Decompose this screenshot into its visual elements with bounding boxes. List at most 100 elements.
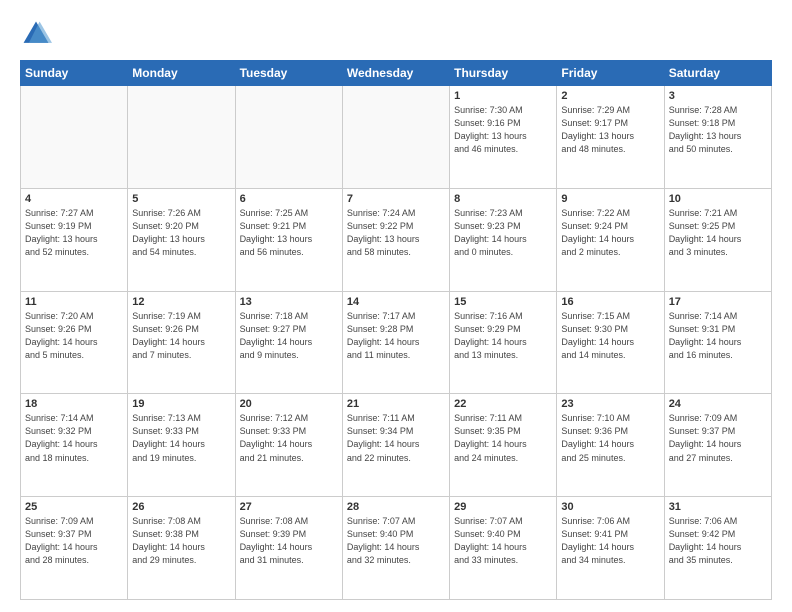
calendar-cell: 21 Sunrise: 7:11 AM Sunset: 9:34 PM Dayli…	[342, 394, 449, 497]
calendar-cell: 20 Sunrise: 7:12 AM Sunset: 9:33 PM Dayli…	[235, 394, 342, 497]
day-info: Sunrise: 7:30 AM Sunset: 9:16 PM Dayligh…	[454, 104, 552, 156]
day-info: Sunrise: 7:25 AM Sunset: 9:21 PM Dayligh…	[240, 207, 338, 259]
day-number: 14	[347, 296, 445, 308]
day-info: Sunrise: 7:14 AM Sunset: 9:32 PM Dayligh…	[25, 412, 123, 464]
day-info: Sunrise: 7:15 AM Sunset: 9:30 PM Dayligh…	[561, 310, 659, 362]
calendar-cell: 1 Sunrise: 7:30 AM Sunset: 9:16 PM Daylig…	[450, 86, 557, 189]
calendar-cell: 23 Sunrise: 7:10 AM Sunset: 9:36 PM Dayli…	[557, 394, 664, 497]
calendar-cell: 28 Sunrise: 7:07 AM Sunset: 9:40 PM Dayli…	[342, 497, 449, 600]
day-number: 26	[132, 501, 230, 513]
calendar-table: SundayMondayTuesdayWednesdayThursdayFrid…	[20, 60, 772, 600]
day-info: Sunrise: 7:23 AM Sunset: 9:23 PM Dayligh…	[454, 207, 552, 259]
col-header-monday: Monday	[128, 61, 235, 86]
day-number: 16	[561, 296, 659, 308]
day-number: 3	[669, 90, 767, 102]
day-info: Sunrise: 7:24 AM Sunset: 9:22 PM Dayligh…	[347, 207, 445, 259]
week-row-4: 18 Sunrise: 7:14 AM Sunset: 9:32 PM Dayli…	[21, 394, 772, 497]
calendar-cell: 12Sunrise: 7:19 AM Sunset: 9:26 PM Dayli…	[128, 291, 235, 394]
calendar-cell: 14 Sunrise: 7:17 AM Sunset: 9:28 PM Dayli…	[342, 291, 449, 394]
day-number: 19	[132, 398, 230, 410]
day-info: Sunrise: 7:22 AM Sunset: 9:24 PM Dayligh…	[561, 207, 659, 259]
page: SundayMondayTuesdayWednesdayThursdayFrid…	[0, 0, 792, 612]
calendar-cell: 19 Sunrise: 7:13 AM Sunset: 9:33 PM Dayli…	[128, 394, 235, 497]
day-info: Sunrise: 7:08 AM Sunset: 9:38 PM Dayligh…	[132, 515, 230, 567]
calendar-cell	[128, 86, 235, 189]
header	[20, 18, 772, 50]
day-number: 29	[454, 501, 552, 513]
day-info: Sunrise: 7:07 AM Sunset: 9:40 PM Dayligh…	[347, 515, 445, 567]
calendar-cell: 24Sunrise: 7:09 AM Sunset: 9:37 PM Dayli…	[664, 394, 771, 497]
day-number: 27	[240, 501, 338, 513]
calendar-cell: 18 Sunrise: 7:14 AM Sunset: 9:32 PM Dayli…	[21, 394, 128, 497]
day-number: 9	[561, 193, 659, 205]
logo-icon	[20, 18, 52, 50]
day-info: Sunrise: 7:19 AM Sunset: 9:26 PM Dayligh…	[132, 310, 230, 362]
day-number: 30	[561, 501, 659, 513]
day-info: Sunrise: 7:10 AM Sunset: 9:36 PM Dayligh…	[561, 412, 659, 464]
day-number: 8	[454, 193, 552, 205]
col-header-thursday: Thursday	[450, 61, 557, 86]
calendar-cell: 5 Sunrise: 7:26 AM Sunset: 9:20 PM Daylig…	[128, 188, 235, 291]
day-number: 17	[669, 296, 767, 308]
calendar-cell: 25 Sunrise: 7:09 AM Sunset: 9:37 PM Dayli…	[21, 497, 128, 600]
day-number: 6	[240, 193, 338, 205]
calendar-cell: 27 Sunrise: 7:08 AM Sunset: 9:39 PM Dayli…	[235, 497, 342, 600]
day-number: 25	[25, 501, 123, 513]
calendar-cell: 3 Sunrise: 7:28 AM Sunset: 9:18 PM Daylig…	[664, 86, 771, 189]
calendar-cell: 15Sunrise: 7:16 AM Sunset: 9:29 PM Dayli…	[450, 291, 557, 394]
day-number: 20	[240, 398, 338, 410]
week-row-3: 11 Sunrise: 7:20 AM Sunset: 9:26 PM Dayli…	[21, 291, 772, 394]
calendar-cell: 13 Sunrise: 7:18 AM Sunset: 9:27 PM Dayli…	[235, 291, 342, 394]
day-info: Sunrise: 7:07 AM Sunset: 9:40 PM Dayligh…	[454, 515, 552, 567]
day-info: Sunrise: 7:09 AM Sunset: 9:37 PM Dayligh…	[25, 515, 123, 567]
calendar-cell: 9 Sunrise: 7:22 AM Sunset: 9:24 PM Daylig…	[557, 188, 664, 291]
calendar-cell: 10Sunrise: 7:21 AM Sunset: 9:25 PM Dayli…	[664, 188, 771, 291]
day-info: Sunrise: 7:28 AM Sunset: 9:18 PM Dayligh…	[669, 104, 767, 156]
col-header-sunday: Sunday	[21, 61, 128, 86]
calendar-cell: 30 Sunrise: 7:06 AM Sunset: 9:41 PM Dayli…	[557, 497, 664, 600]
day-number: 4	[25, 193, 123, 205]
week-row-1: 1 Sunrise: 7:30 AM Sunset: 9:16 PM Daylig…	[21, 86, 772, 189]
week-row-5: 25 Sunrise: 7:09 AM Sunset: 9:37 PM Dayli…	[21, 497, 772, 600]
day-info: Sunrise: 7:11 AM Sunset: 9:34 PM Dayligh…	[347, 412, 445, 464]
day-info: Sunrise: 7:08 AM Sunset: 9:39 PM Dayligh…	[240, 515, 338, 567]
day-number: 23	[561, 398, 659, 410]
week-row-2: 4Sunrise: 7:27 AM Sunset: 9:19 PM Daylig…	[21, 188, 772, 291]
day-info: Sunrise: 7:12 AM Sunset: 9:33 PM Dayligh…	[240, 412, 338, 464]
calendar-cell: 16 Sunrise: 7:15 AM Sunset: 9:30 PM Dayli…	[557, 291, 664, 394]
day-number: 13	[240, 296, 338, 308]
calendar-cell: 22Sunrise: 7:11 AM Sunset: 9:35 PM Dayli…	[450, 394, 557, 497]
day-info: Sunrise: 7:18 AM Sunset: 9:27 PM Dayligh…	[240, 310, 338, 362]
calendar-cell	[21, 86, 128, 189]
day-info: Sunrise: 7:14 AM Sunset: 9:31 PM Dayligh…	[669, 310, 767, 362]
day-number: 28	[347, 501, 445, 513]
col-header-saturday: Saturday	[664, 61, 771, 86]
day-info: Sunrise: 7:21 AM Sunset: 9:25 PM Dayligh…	[669, 207, 767, 259]
day-number: 18	[25, 398, 123, 410]
day-info: Sunrise: 7:20 AM Sunset: 9:26 PM Dayligh…	[25, 310, 123, 362]
calendar-cell: 26 Sunrise: 7:08 AM Sunset: 9:38 PM Dayli…	[128, 497, 235, 600]
calendar-cell	[342, 86, 449, 189]
calendar-cell: 2 Sunrise: 7:29 AM Sunset: 9:17 PM Daylig…	[557, 86, 664, 189]
logo	[20, 18, 56, 50]
calendar-cell: 31 Sunrise: 7:06 AM Sunset: 9:42 PM Dayli…	[664, 497, 771, 600]
calendar-cell: 17 Sunrise: 7:14 AM Sunset: 9:31 PM Dayli…	[664, 291, 771, 394]
day-info: Sunrise: 7:06 AM Sunset: 9:41 PM Dayligh…	[561, 515, 659, 567]
calendar-cell: 6 Sunrise: 7:25 AM Sunset: 9:21 PM Daylig…	[235, 188, 342, 291]
day-info: Sunrise: 7:17 AM Sunset: 9:28 PM Dayligh…	[347, 310, 445, 362]
day-number: 5	[132, 193, 230, 205]
day-number: 24	[669, 398, 767, 410]
day-info: Sunrise: 7:06 AM Sunset: 9:42 PM Dayligh…	[669, 515, 767, 567]
calendar-header-row: SundayMondayTuesdayWednesdayThursdayFrid…	[21, 61, 772, 86]
day-number: 21	[347, 398, 445, 410]
calendar-cell	[235, 86, 342, 189]
day-info: Sunrise: 7:29 AM Sunset: 9:17 PM Dayligh…	[561, 104, 659, 156]
day-info: Sunrise: 7:26 AM Sunset: 9:20 PM Dayligh…	[132, 207, 230, 259]
day-number: 2	[561, 90, 659, 102]
day-number: 31	[669, 501, 767, 513]
day-info: Sunrise: 7:13 AM Sunset: 9:33 PM Dayligh…	[132, 412, 230, 464]
calendar-cell: 4Sunrise: 7:27 AM Sunset: 9:19 PM Daylig…	[21, 188, 128, 291]
day-info: Sunrise: 7:16 AM Sunset: 9:29 PM Dayligh…	[454, 310, 552, 362]
day-number: 11	[25, 296, 123, 308]
day-number: 1	[454, 90, 552, 102]
